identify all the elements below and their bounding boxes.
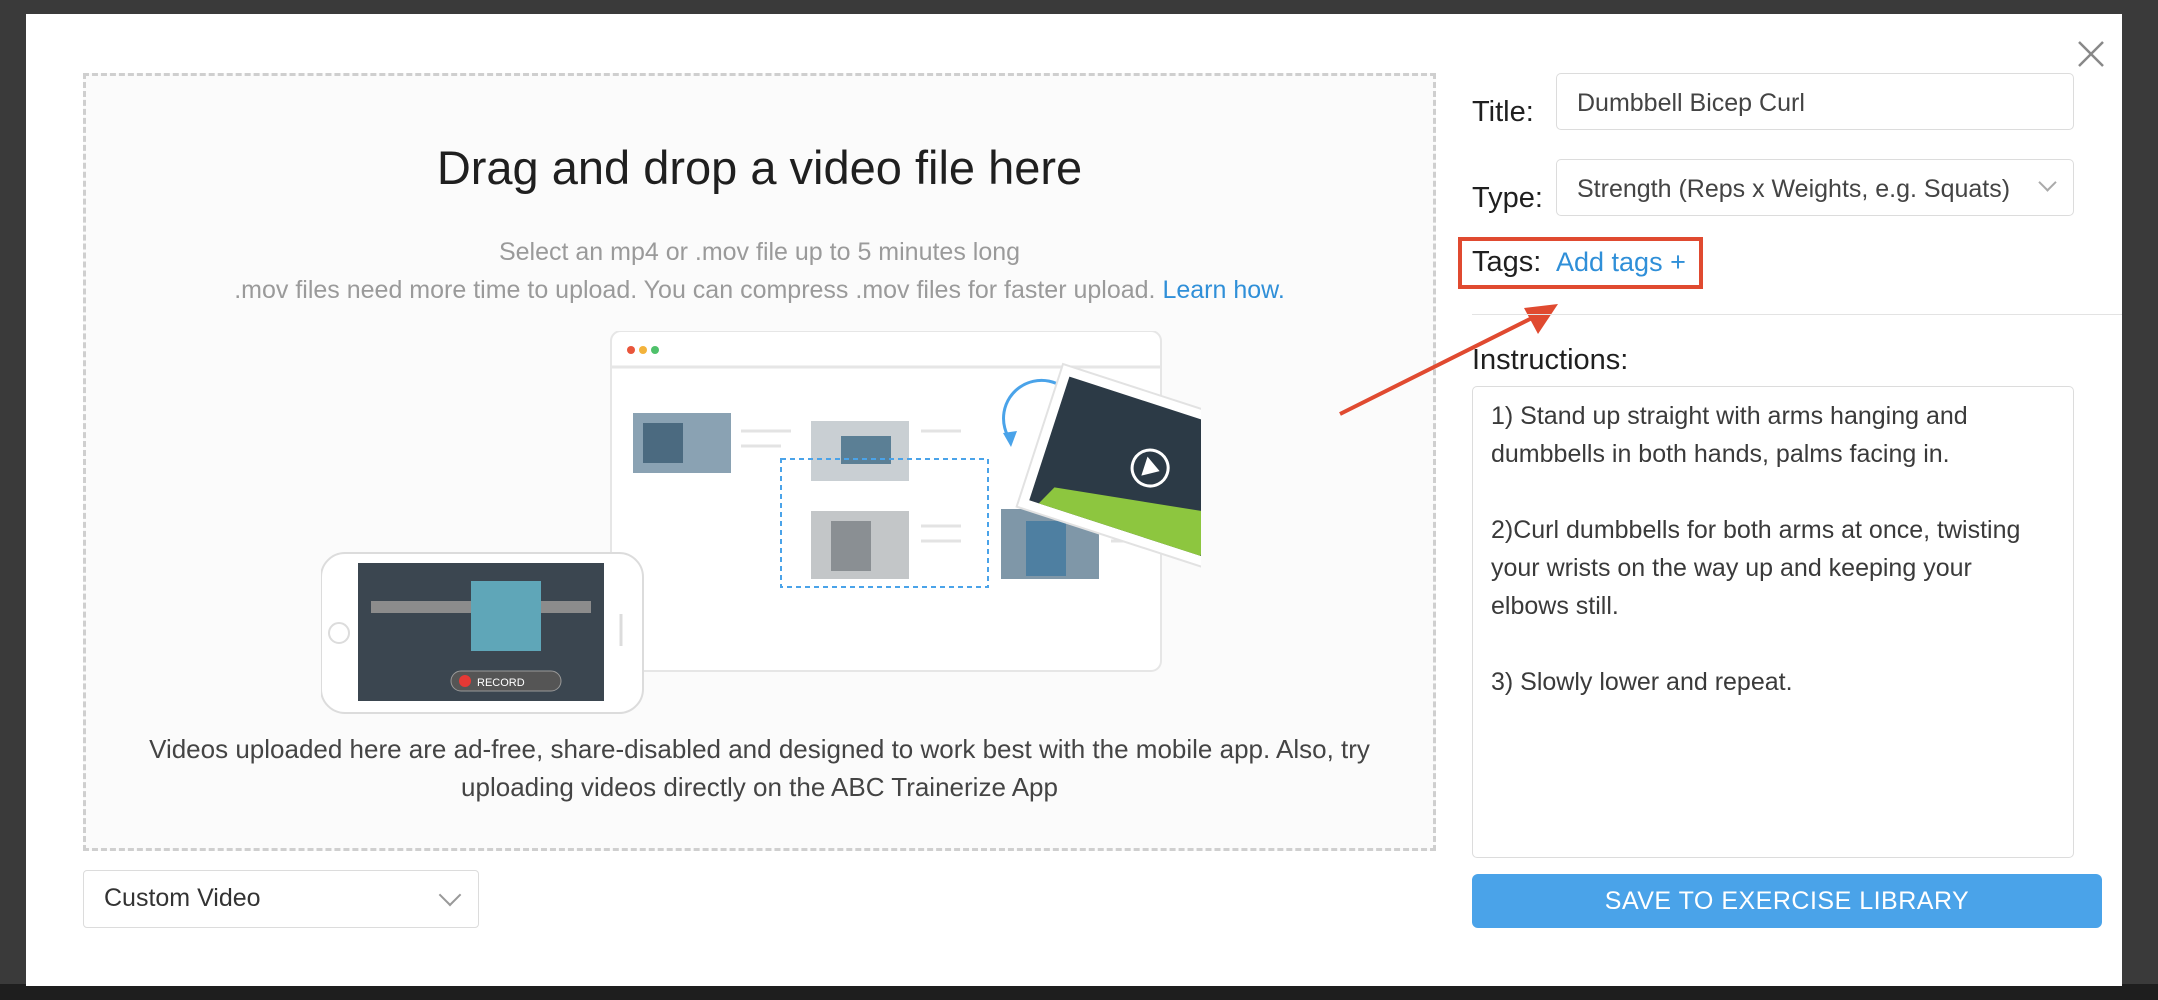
upload-video-modal: Drag and drop a video file here Select a…	[26, 14, 2122, 986]
upload-illustration: RECORD	[321, 331, 1201, 714]
learn-how-link[interactable]: Learn how	[1162, 276, 1277, 304]
close-icon	[2078, 41, 2104, 67]
backdrop	[0, 984, 2158, 1000]
title-input-value: Dumbbell Bicep Curl	[1577, 89, 1805, 117]
title-input[interactable]: Dumbbell Bicep Curl	[1556, 73, 2074, 130]
save-to-exercise-library-button[interactable]: SAVE TO EXERCISE LIBRARY	[1472, 874, 2102, 928]
video-source-value: Custom Video	[104, 884, 261, 912]
instructions-label: Instructions:	[1472, 344, 1629, 376]
type-label: Type:	[1472, 182, 1543, 214]
type-select-value: Strength (Reps x Weights, e.g. Squats)	[1577, 175, 2011, 203]
dropzone-subtitle-line2: .mov files need more time to upload. You…	[86, 276, 1433, 305]
chevron-down-icon	[438, 883, 462, 907]
learn-how-suffix: .	[1277, 276, 1285, 304]
dropzone-subtitle-line1: Select an mp4 or .mov file up to 5 minut…	[498, 238, 1021, 266]
highlight-annotation-box	[1458, 237, 1703, 289]
type-select[interactable]: Strength (Reps x Weights, e.g. Squats)	[1556, 159, 2074, 216]
dropzone-subtitle-text: .mov files need more time to upload. You…	[234, 276, 1156, 304]
dropzone-note: Videos uploaded here are ad-free, share-…	[149, 734, 1370, 802]
video-dropzone[interactable]: Drag and drop a video file here Select a…	[83, 73, 1436, 851]
instructions-textarea[interactable]: 1) Stand up straight with arms hanging a…	[1472, 386, 2074, 858]
dropzone-title: Drag and drop a video file here	[436, 141, 1083, 194]
title-label: Title:	[1472, 96, 1534, 128]
video-source-select[interactable]: Custom Video	[83, 870, 479, 928]
chevron-down-icon	[2038, 173, 2057, 192]
record-icon	[459, 675, 471, 687]
record-label: RECORD	[477, 677, 525, 689]
form-divider	[1472, 314, 2122, 315]
close-button[interactable]	[2071, 34, 2111, 74]
